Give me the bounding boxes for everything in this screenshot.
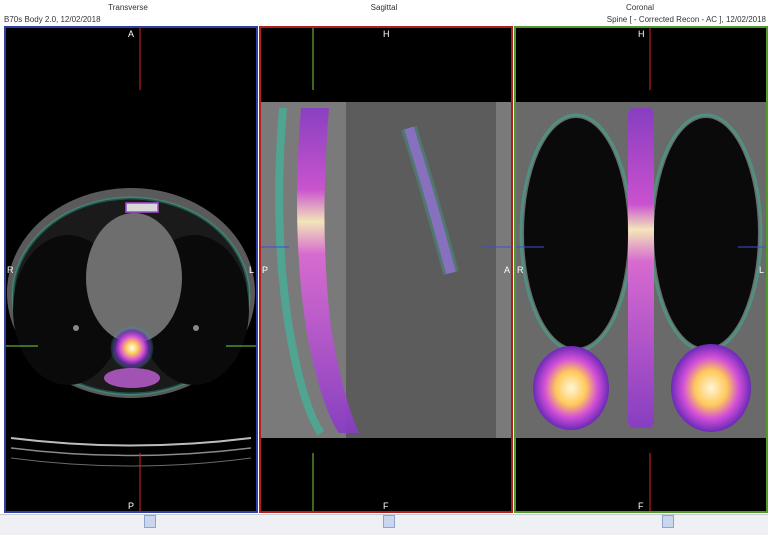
orientation-label-top: H xyxy=(638,29,645,39)
header-bar: Transverse Sagittal Coronal B70s Body 2.… xyxy=(0,0,768,25)
orientation-label-top: A xyxy=(128,29,135,39)
transverse-viewport[interactable]: A P R L xyxy=(4,26,258,513)
coronal-viewport[interactable]: H F R L xyxy=(514,26,768,513)
orientation-label-bottom: F xyxy=(638,501,644,511)
orientation-label-bottom: F xyxy=(383,501,389,511)
sagittal-title: Sagittal xyxy=(370,3,398,12)
coronal-title: Coronal xyxy=(625,3,654,12)
orientation-label-right: L xyxy=(249,265,255,275)
orientation-label-right: A xyxy=(504,265,511,275)
coronal-slice-slider[interactable] xyxy=(662,515,674,528)
orientation-label-left: R xyxy=(517,265,524,275)
transverse-title: Transverse xyxy=(108,3,148,12)
orientation-label-top: H xyxy=(383,29,390,39)
sagittal-slice-slider[interactable] xyxy=(383,515,395,528)
orientation-label-left: P xyxy=(262,265,269,275)
ct-series-info: B70s Body 2.0, 12/02/2018 xyxy=(4,15,101,24)
pet-series-info: Spine [ - Corrected Recon - AC ], 12/02/… xyxy=(606,15,766,24)
orientation-label-left: R xyxy=(7,265,14,275)
transverse-slice-slider[interactable] xyxy=(144,515,156,528)
orientation-label-bottom: P xyxy=(128,501,135,511)
sagittal-viewport[interactable]: H F P A xyxy=(259,26,513,513)
orientation-label-right: L xyxy=(759,265,765,275)
